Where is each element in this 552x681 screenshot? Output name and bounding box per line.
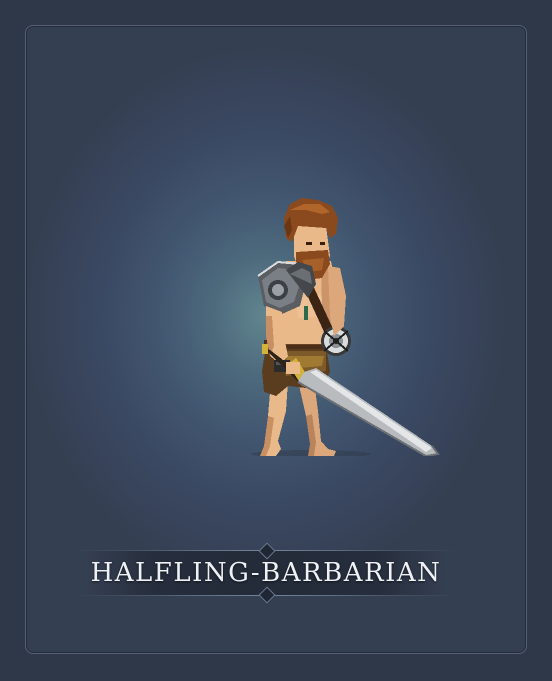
- character-card: HALFLING-BARBARIAN: [25, 25, 527, 654]
- character-name: HALFLING-BARBARIAN: [90, 558, 442, 588]
- barbarian-sprite-icon: [251, 198, 440, 456]
- character-nameplate: HALFLING-BARBARIAN: [66, 542, 466, 604]
